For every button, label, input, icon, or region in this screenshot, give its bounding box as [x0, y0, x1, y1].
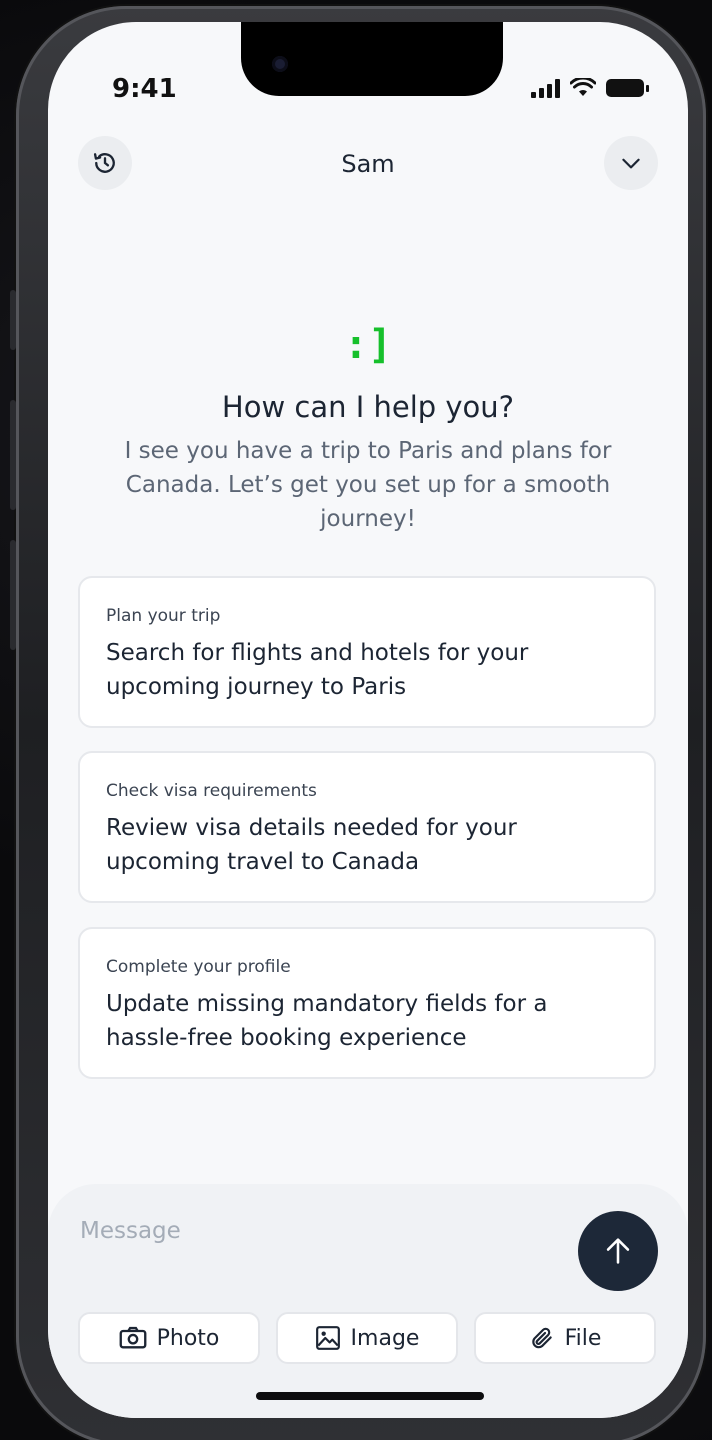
file-label: File — [564, 1325, 602, 1351]
card-text: Review visa details needed for your upco… — [106, 815, 517, 875]
suggestion-card-visa[interactable]: Check visa requirements Review visa deta… — [78, 751, 656, 903]
image-label: Image — [350, 1325, 420, 1351]
volume-down-button — [10, 540, 16, 650]
card-text: Search for flights and hotels for your u… — [106, 640, 529, 700]
arrow-up-icon — [606, 1238, 630, 1264]
send-button[interactable] — [578, 1211, 658, 1291]
wifi-icon — [570, 78, 596, 96]
card-label: Plan your trip — [106, 606, 221, 626]
signal-icon — [531, 78, 560, 98]
background: 9:41 Sam :] How can I help you? I see yo… — [0, 0, 712, 1440]
chevron-down-icon — [622, 158, 640, 169]
image-icon — [315, 1326, 340, 1350]
collapse-button[interactable] — [604, 136, 658, 190]
help-title: How can I help you? — [221, 390, 515, 424]
battery-icon — [606, 79, 649, 97]
camera-icon — [119, 1326, 147, 1349]
home-indicator — [256, 1392, 484, 1400]
card-label: Check visa requirements — [106, 781, 317, 801]
image-button[interactable]: Image — [276, 1312, 458, 1364]
volume-up-button — [10, 400, 16, 510]
mute-switch — [10, 290, 16, 350]
assistant-logo: :] — [343, 322, 393, 368]
card-text: Update missing mandatory fields for a ha… — [106, 991, 548, 1051]
paperclip-icon — [531, 1327, 552, 1349]
front-camera — [272, 56, 288, 72]
status-icons — [531, 78, 649, 98]
file-button[interactable]: File — [474, 1312, 656, 1364]
card-label: Complete your profile — [106, 957, 291, 977]
suggestion-card-plan-trip[interactable]: Plan your trip Search for flights and ho… — [78, 576, 656, 728]
header-title: Sam — [341, 150, 395, 178]
photo-label: Photo — [156, 1325, 220, 1351]
status-time: 9:41 — [112, 74, 177, 104]
suggestion-card-profile[interactable]: Complete your profile Update missing man… — [78, 927, 656, 1079]
phone-screen: 9:41 Sam :] How can I help you? I see yo… — [48, 22, 688, 1418]
message-input[interactable] — [78, 1208, 522, 1254]
help-subtitle: I see you have a trip to Paris and plans… — [124, 438, 612, 532]
photo-button[interactable]: Photo — [78, 1312, 260, 1364]
